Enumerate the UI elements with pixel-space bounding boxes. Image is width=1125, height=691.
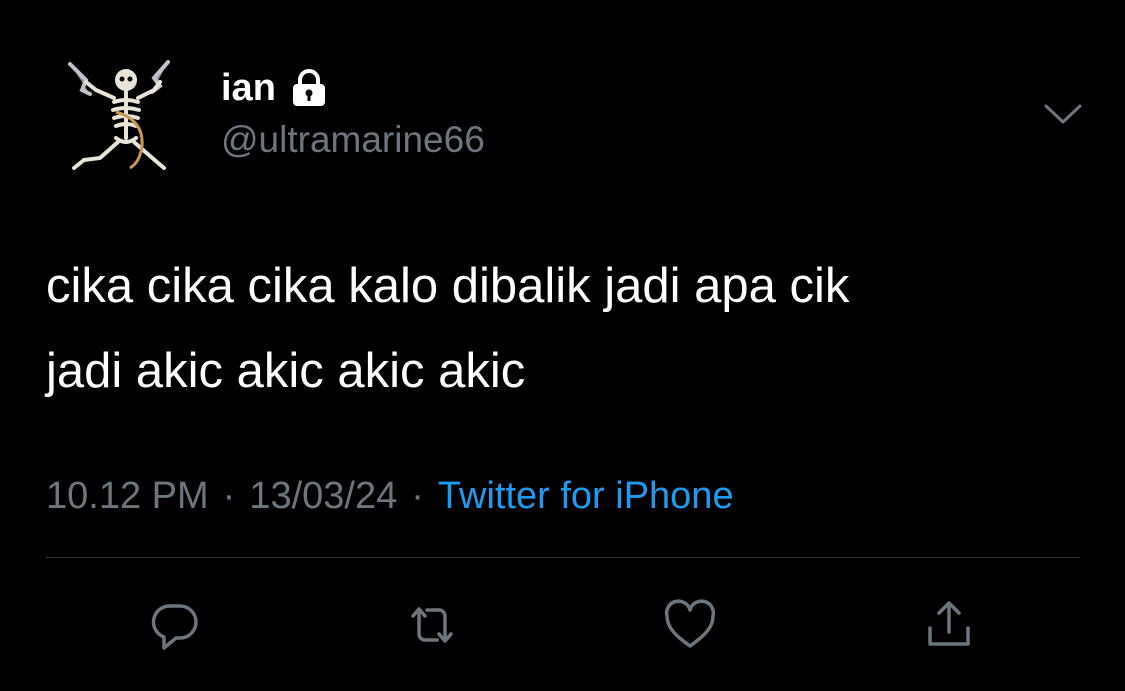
reply-icon: [151, 604, 198, 650]
tweet-meta: 10.12 PM · 13/03/24 · Twitter for iPhone: [46, 470, 734, 522]
tweet-text-line: cika cika cika kalo dibalik jadi apa cik: [46, 259, 850, 313]
tweet-text-line: jadi akic akic akic akic: [46, 344, 526, 398]
tweet-detail: ian @ultramarine66 cika cika cika kalo d…: [0, 0, 1125, 691]
tweet-source-link[interactable]: Twitter for iPhone: [438, 475, 734, 518]
divider: [46, 557, 1080, 558]
reply-button[interactable]: [140, 590, 210, 660]
display-name-row: ian: [221, 64, 330, 112]
meta-separator: ·: [222, 474, 236, 517]
tweet-date: 13/03/24: [249, 474, 398, 517]
display-name[interactable]: ian: [221, 67, 276, 110]
share-button[interactable]: [914, 590, 984, 660]
share-icon: [928, 601, 970, 646]
retweet-icon: [411, 607, 453, 643]
retweet-button[interactable]: [397, 590, 467, 660]
action-bar: [0, 590, 1125, 660]
tweet-time: 10.12 PM: [46, 474, 209, 517]
user-handle[interactable]: @ultramarine66: [221, 119, 485, 161]
like-button[interactable]: [655, 590, 725, 660]
more-options-button[interactable]: [1040, 96, 1086, 132]
heart-icon: [664, 599, 716, 648]
lock-icon: [288, 68, 330, 108]
meta-separator: ·: [411, 474, 424, 517]
chevron-down-icon: [1044, 104, 1082, 124]
tweet-text: cika cika cika kalo dibalik jadi apa cik…: [46, 244, 1086, 414]
skeleton-avatar-icon: [68, 60, 170, 170]
avatar[interactable]: [56, 50, 186, 180]
